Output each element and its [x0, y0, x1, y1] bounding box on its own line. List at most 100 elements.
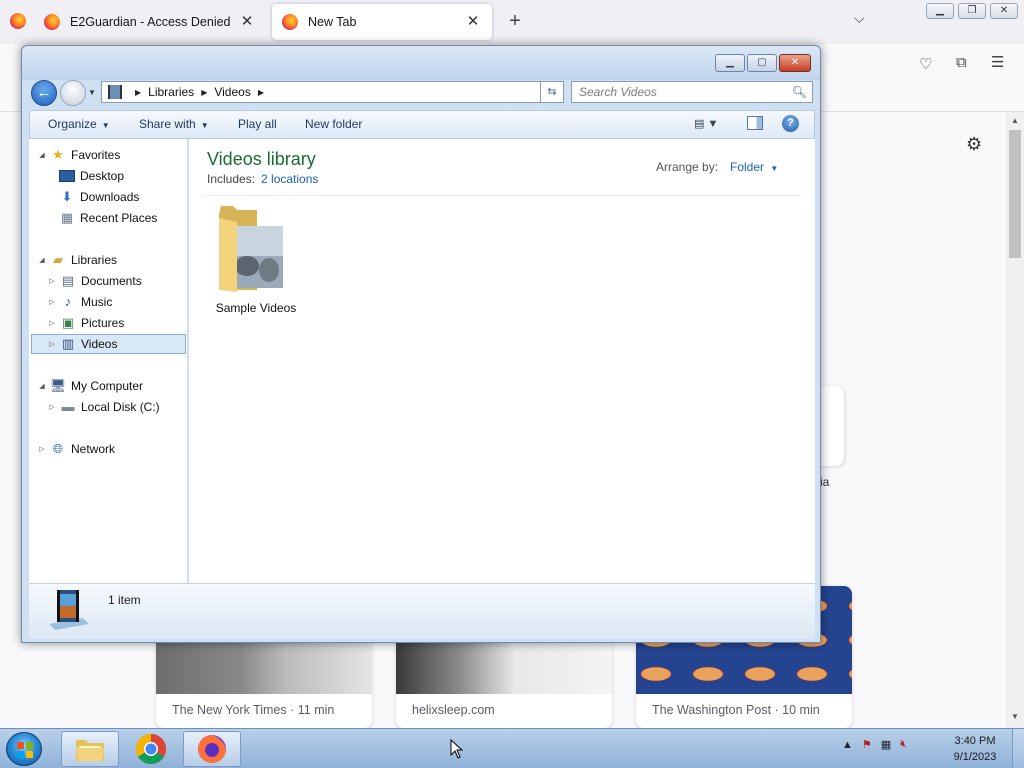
breadcrumb-separator-icon[interactable]: ▶: [258, 88, 264, 97]
navigation-row: ← ▼ ▶ Libraries ▶ Videos ▶ ▼ ⇆ 🔍︎: [22, 80, 820, 110]
browser-minimize-button[interactable]: ▁: [926, 3, 954, 19]
locations-link[interactable]: 2 locations: [261, 172, 318, 186]
tree-item-recent-places[interactable]: ▦ Recent Places: [59, 208, 158, 228]
tree-item-pictures[interactable]: ▷ ▣ Pictures: [47, 313, 124, 333]
folder-item[interactable]: Sample Videos: [210, 201, 302, 315]
close-tab-icon[interactable]: ✕: [238, 13, 256, 31]
tree-favorites[interactable]: ◢ ★ Favorites: [37, 145, 120, 165]
tree-label: My Computer: [71, 379, 144, 393]
arrange-by-dropdown[interactable]: Folder ▼: [730, 160, 778, 174]
expand-arrow-icon[interactable]: ▷: [47, 298, 57, 306]
videos-library-icon: [108, 85, 122, 99]
tree-label: Network: [71, 442, 116, 456]
volume-muted-icon[interactable]: 🔇︎: [900, 738, 907, 751]
extensions-icon[interactable]: ⧉: [956, 54, 967, 71]
play-all-button[interactable]: Play all: [238, 117, 277, 131]
expand-arrow-icon[interactable]: ▷: [47, 340, 57, 348]
change-view-button[interactable]: ▤ ▼: [694, 117, 718, 130]
tree-network[interactable]: ▷ 🌐︎ Network: [37, 439, 115, 459]
share-with-button[interactable]: Share with ▼: [139, 117, 209, 131]
action-center-warning-icon[interactable]: ⚑: [862, 738, 872, 751]
windows-logo-icon: [17, 742, 33, 758]
chevron-down-icon: ▼: [200, 121, 209, 130]
tree-libraries[interactable]: ◢ ▰ Libraries: [37, 250, 117, 270]
collapse-arrow-icon[interactable]: ◢: [37, 382, 47, 390]
tree-label: Pictures: [81, 316, 125, 330]
recent-pages-dropdown-icon[interactable]: ▼: [88, 88, 96, 97]
system-tray: ▲ ⚑ ▦ 🔇︎: [842, 738, 907, 751]
tree-item-downloads[interactable]: ⬇ Downloads: [59, 187, 140, 207]
pocket-icon[interactable]: ♡: [919, 55, 932, 73]
tree-label: Recent Places: [80, 211, 158, 225]
organize-button[interactable]: Organize ▼: [48, 117, 110, 131]
expand-arrow-icon[interactable]: ▷: [37, 445, 47, 453]
search-input[interactable]: [572, 82, 782, 102]
new-folder-button[interactable]: New folder: [305, 117, 362, 131]
tree-my-computer[interactable]: ◢ 🖥︎ My Computer: [37, 376, 143, 396]
back-button[interactable]: ←: [31, 80, 57, 106]
pictures-icon: ▣: [61, 315, 75, 330]
arrange-by-value: Folder: [730, 160, 765, 174]
firefox-menu-icon[interactable]: [6, 8, 32, 34]
tab-new-tab[interactable]: New Tab ✕: [272, 4, 492, 40]
help-button[interactable]: ?: [782, 115, 799, 132]
show-desktop-button[interactable]: [1012, 729, 1024, 768]
address-bar[interactable]: ▶ Libraries ▶ Videos ▶ ▼: [101, 81, 561, 103]
firefox-tab-bar: E2Guardian - Access Denied ✕ New Tab ✕ +…: [0, 0, 1024, 44]
scroll-down-icon[interactable]: ▼: [1006, 712, 1024, 721]
forward-button[interactable]: [60, 80, 86, 106]
tree-item-desktop[interactable]: Desktop: [59, 166, 124, 186]
breadcrumb-separator-icon[interactable]: ▶: [201, 88, 207, 97]
libraries-icon: ▰: [53, 252, 63, 267]
show-hidden-icons-icon[interactable]: ▲: [842, 739, 853, 751]
taskbar-file-explorer[interactable]: [61, 731, 119, 767]
shortcut-tile[interactable]: [820, 386, 844, 466]
tree-label: Local Disk (C:): [81, 400, 160, 414]
library-includes: Includes: 2 locations: [207, 172, 318, 186]
browser-close-button[interactable]: ✕: [990, 3, 1018, 19]
minimize-button[interactable]: ▁: [715, 54, 745, 72]
list-all-tabs-icon[interactable]: ⌵: [854, 10, 865, 27]
settings-gear-icon[interactable]: ⚙: [966, 134, 982, 155]
start-button[interactable]: [6, 732, 42, 766]
breadcrumb-separator-icon[interactable]: ▶: [135, 88, 141, 97]
desktop-icon: [59, 170, 75, 182]
search-box[interactable]: 🔍︎: [571, 81, 813, 103]
taskbar-firefox[interactable]: [183, 731, 241, 767]
close-button[interactable]: ✕: [779, 54, 811, 72]
network-status-icon[interactable]: ▦: [881, 738, 891, 751]
close-tab-icon[interactable]: ✕: [464, 13, 482, 31]
menu-icon[interactable]: ☰: [991, 53, 1004, 71]
page-scrollbar[interactable]: ▲ ▼: [1006, 112, 1024, 728]
refresh-button[interactable]: ⇆: [540, 81, 564, 103]
tree-item-videos[interactable]: ▷ ▥ Videos: [31, 334, 186, 354]
expand-arrow-icon[interactable]: ▷: [47, 277, 57, 285]
library-title: Videos library: [207, 149, 316, 169]
scroll-up-icon[interactable]: ▲: [1006, 116, 1024, 125]
tab-e2guardian[interactable]: E2Guardian - Access Denied ✕: [34, 4, 266, 40]
new-tab-button[interactable]: +: [504, 10, 526, 33]
search-icon[interactable]: 🔍︎: [792, 85, 807, 99]
collapse-arrow-icon[interactable]: ◢: [37, 256, 47, 264]
explorer-title-bar[interactable]: ▁ ▢ ✕: [22, 46, 820, 80]
maximize-button[interactable]: ▢: [747, 54, 777, 72]
browser-restore-button[interactable]: ❐: [958, 3, 986, 19]
scrollbar-thumb[interactable]: [1009, 130, 1021, 258]
preview-pane-button[interactable]: [747, 116, 763, 130]
system-clock[interactable]: 3:40 PM 9/1/2023: [944, 733, 1006, 765]
expand-arrow-icon[interactable]: ▷: [47, 319, 57, 327]
tree-item-documents[interactable]: ▷ ▤ Documents: [47, 271, 141, 291]
collapse-arrow-icon[interactable]: ◢: [37, 151, 47, 159]
item-count: 1 item: [108, 593, 141, 607]
taskbar: ▲ ⚑ ▦ 🔇︎ 3:40 PM 9/1/2023: [0, 728, 1024, 768]
tree-label: Desktop: [80, 169, 125, 183]
expand-arrow-icon[interactable]: ▷: [47, 403, 57, 411]
breadcrumb-videos[interactable]: Videos: [214, 85, 250, 99]
story-source: helixsleep.com: [412, 703, 495, 717]
music-icon: ♪: [64, 294, 72, 309]
tree-item-music[interactable]: ▷ ♪ Music: [47, 292, 112, 312]
breadcrumb-libraries[interactable]: Libraries: [148, 85, 194, 99]
taskbar-chrome[interactable]: [122, 731, 180, 767]
clock-date: 9/1/2023: [953, 751, 997, 763]
tree-item-local-disk[interactable]: ▷ ▬ Local Disk (C:): [47, 397, 160, 417]
